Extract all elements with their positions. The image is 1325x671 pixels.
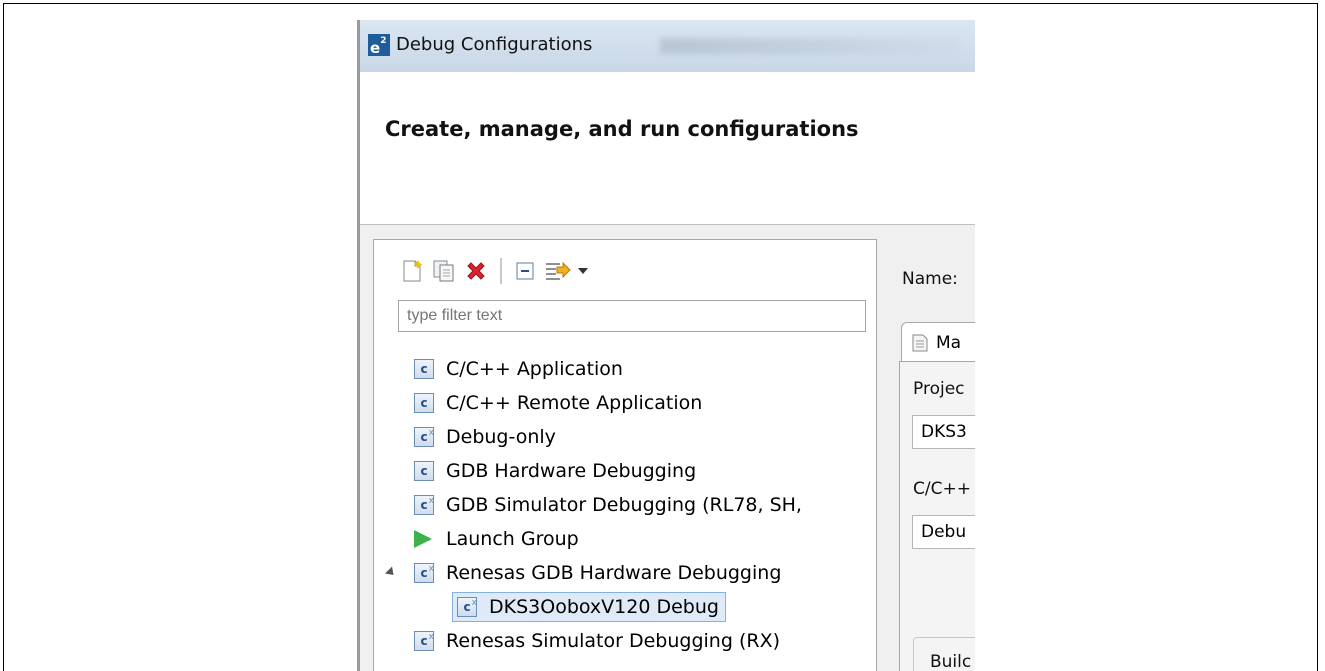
tree-item-label: Launch Group xyxy=(446,528,579,550)
list-toolbar xyxy=(398,254,594,288)
new-configuration-icon[interactable] xyxy=(398,257,426,285)
window-title: Debug Configurations xyxy=(396,34,593,55)
application-label: C/C++ xyxy=(913,479,971,499)
tab-main-label: Ma xyxy=(936,332,962,353)
main-tab-icon xyxy=(912,334,928,351)
title-bar: e2 Debug Configurations xyxy=(360,20,975,72)
dialog-body: c C/C++ Application c C/C++ Remote Appli… xyxy=(360,225,975,671)
filter-input[interactable] xyxy=(398,300,866,332)
debug-configurations-window: e2 Debug Configurations Create, manage, … xyxy=(357,20,975,671)
expanded-triangle-icon[interactable] xyxy=(384,566,398,579)
project-label: Projec xyxy=(913,379,965,399)
tree-item-renesas-gdb-hardware-debugging[interactable]: c Renesas GDB Hardware Debugging xyxy=(384,556,782,590)
dialog-heading: Create, manage, and run configurations xyxy=(385,117,859,141)
c-debug-icon: c xyxy=(414,492,434,515)
project-field[interactable]: DKS3 xyxy=(912,415,975,449)
tree-item-label: GDB Simulator Debugging (RL78, SH, xyxy=(446,494,802,516)
c-debug-icon: c xyxy=(414,424,434,447)
configuration-editor-pane: Name: Ma Projec DKS3 C/C++ Debu Builc xyxy=(885,239,975,671)
application-field[interactable]: Debu xyxy=(912,515,975,549)
tree-item-label: GDB Hardware Debugging xyxy=(446,460,697,482)
tree-item-gdb-simulator-debugging[interactable]: c GDB Simulator Debugging (RL78, SH, xyxy=(414,488,802,522)
c-app-icon: c xyxy=(414,359,434,379)
c-debug-icon: c xyxy=(414,560,434,583)
tree-item-dks3ooboxv120-debug[interactable]: c DKS3OoboxV120 Debug xyxy=(452,592,726,622)
launch-group-icon xyxy=(414,530,432,548)
c-debug-icon: c xyxy=(457,594,477,617)
tree-item-label: C/C++ Application xyxy=(446,358,623,380)
tree-item-label: Renesas Simulator Debugging (RX) xyxy=(446,630,780,652)
e2-studio-logo-icon: e2 xyxy=(368,34,390,57)
tree-item-label: DKS3OoboxV120 Debug xyxy=(489,596,719,618)
configuration-list-pane: c C/C++ Application c C/C++ Remote Appli… xyxy=(373,239,877,671)
c-debug-icon: c xyxy=(414,628,434,651)
collapse-all-icon[interactable] xyxy=(512,257,540,285)
build-label: Builc xyxy=(930,652,972,671)
toolbar-separator xyxy=(500,258,502,284)
c-app-icon: c xyxy=(414,461,434,481)
tree-item-launch-group[interactable]: Launch Group xyxy=(414,522,579,556)
tree-item-renesas-simulator-debugging[interactable]: c Renesas Simulator Debugging (RX) xyxy=(414,624,780,658)
duplicate-icon[interactable] xyxy=(430,257,458,285)
tab-main[interactable]: Ma xyxy=(901,322,975,362)
c-app-icon: c xyxy=(414,393,434,413)
tree-item-debug-only[interactable]: c Debug-only xyxy=(414,420,556,454)
tree-item-gdb-hardware-debugging[interactable]: c GDB Hardware Debugging xyxy=(414,454,696,488)
tree-item-c-cpp-application[interactable]: c C/C++ Application xyxy=(414,352,623,386)
build-group: Builc xyxy=(913,637,975,671)
tree-item-label: C/C++ Remote Application xyxy=(446,392,703,414)
tree-item-c-cpp-remote-application[interactable]: c C/C++ Remote Application xyxy=(414,386,702,420)
blurred-background xyxy=(660,38,960,54)
tree-item-label: Renesas GDB Hardware Debugging xyxy=(446,562,782,584)
dropdown-arrow-icon[interactable] xyxy=(576,257,590,285)
delete-icon[interactable] xyxy=(462,257,490,285)
dialog-header: Create, manage, and run configurations xyxy=(360,72,975,225)
tree-item-label: Debug-only xyxy=(446,426,556,448)
name-label: Name: xyxy=(902,269,958,289)
filter-icon[interactable] xyxy=(544,257,572,285)
